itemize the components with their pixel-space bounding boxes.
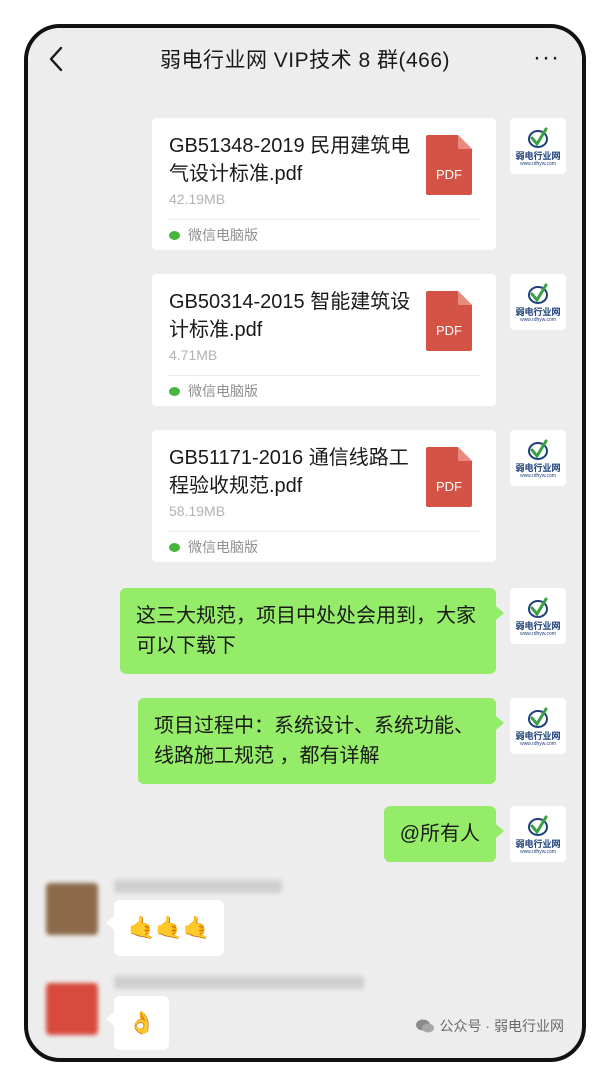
watermark: 公众号 · 弱电行业网 — [415, 1016, 564, 1036]
check-logo-icon — [528, 597, 548, 618]
file-card[interactable]: GB51348-2019 民用建筑电气设计标准.pdf 42.19MB PDF … — [152, 118, 496, 250]
wechat-icon — [169, 386, 180, 396]
message-bubble[interactable]: 项目过程中：系统设计、系统功能、线路施工规范 ，都有详解 — [138, 698, 504, 784]
chevron-left-icon[interactable] — [44, 42, 70, 76]
avatar-name: 弱电行业网 — [515, 838, 561, 849]
avatar-url: www.rdhyw.com — [520, 160, 556, 167]
file-name: GB51348-2019 民用建筑电气设计标准.pdf — [169, 135, 411, 185]
avatar-url: www.rdhyw.com — [520, 848, 556, 855]
avatar[interactable]: 弱电行业网 www.rdhyw.com — [510, 806, 566, 862]
pdf-badge: PDF — [436, 167, 462, 182]
more-options-icon[interactable]: ··· — [533, 44, 560, 72]
avatar-url: www.rdhyw.com — [520, 630, 556, 637]
file-source: 微信电脑版 — [169, 376, 480, 406]
avatar-url: www.rdhyw.com — [520, 740, 556, 747]
blurred-sender-name — [114, 976, 364, 989]
file-message: GB51171-2016 通信线路工程验收规范.pdf 58.19MB PDF … — [152, 430, 566, 562]
pdf-badge: PDF — [436, 323, 462, 338]
file-source: 微信电脑版 — [169, 220, 480, 250]
check-logo-icon — [528, 127, 548, 148]
pdf-badge: PDF — [436, 479, 462, 494]
chat-header: 弱电行业网 VIP技术 8 群(466) ··· — [28, 28, 582, 90]
text-message: 这三大规范，项目中处处会用到，大家可以下载下 弱电行业网 www.rdhyw.c… — [120, 588, 566, 674]
avatar-name: 弱电行业网 — [515, 730, 561, 741]
message-bubble[interactable]: 这三大规范，项目中处处会用到，大家可以下载下 — [120, 588, 504, 674]
blurred-avatar[interactable] — [46, 983, 98, 1035]
message-bubble[interactable]: @所有人 — [383, 806, 505, 862]
avatar-url: www.rdhyw.com — [520, 472, 556, 479]
avatar[interactable]: 弱电行业网 www.rdhyw.com — [510, 274, 566, 330]
file-message: GB50314-2015 智能建筑设计标准.pdf 4.71MB PDF 微信电… — [152, 274, 566, 406]
avatar[interactable]: 弱电行业网 www.rdhyw.com — [510, 430, 566, 486]
avatar[interactable]: 弱电行业网 www.rdhyw.com — [510, 588, 566, 644]
pdf-file-icon: PDF — [426, 447, 472, 507]
pdf-file-icon: PDF — [426, 135, 472, 195]
avatar-url: www.rdhyw.com — [520, 316, 556, 323]
chat-title: 弱电行业网 VIP技术 8 群(466) — [159, 49, 451, 72]
file-name: GB51171-2016 通信线路工程验收规范.pdf — [169, 447, 409, 497]
file-message: GB51348-2019 民用建筑电气设计标准.pdf 42.19MB PDF … — [152, 118, 566, 250]
check-logo-icon — [528, 439, 548, 460]
check-logo-icon — [528, 815, 548, 836]
blurred-sender-name — [114, 880, 282, 893]
avatar-name: 弱电行业网 — [515, 306, 561, 317]
reply-bubble[interactable]: 👌 — [105, 996, 170, 1050]
text-message: @所有人 弱电行业网 www.rdhyw.com — [383, 806, 566, 862]
file-name: GB50314-2015 智能建筑设计标准.pdf — [169, 291, 411, 341]
pdf-file-icon: PDF — [426, 291, 472, 351]
avatar-name: 弱电行业网 — [515, 620, 561, 631]
avatar-name: 弱电行业网 — [515, 150, 561, 161]
avatar[interactable]: 弱电行业网 www.rdhyw.com — [510, 118, 566, 174]
wechat-icon — [169, 230, 180, 240]
wechat-official-icon — [415, 1019, 434, 1033]
file-card[interactable]: GB51171-2016 通信线路工程验收规范.pdf 58.19MB PDF … — [152, 430, 496, 562]
file-source: 微信电脑版 — [169, 532, 480, 562]
file-source-label: 微信电脑版 — [188, 539, 258, 555]
blurred-avatar[interactable] — [46, 883, 98, 935]
phone-frame: 弱电行业网 VIP技术 8 群(466) ··· GB51348-2019 民用… — [24, 24, 586, 1062]
wechat-icon — [169, 542, 180, 552]
file-source-label: 微信电脑版 — [188, 383, 258, 399]
file-source-label: 微信电脑版 — [188, 227, 258, 243]
watermark-text: 公众号 · 弱电行业网 — [439, 1018, 564, 1034]
reply-bubble[interactable]: 🤙🤙🤙 — [105, 900, 225, 956]
avatar[interactable]: 弱电行业网 www.rdhyw.com — [510, 698, 566, 754]
file-card[interactable]: GB50314-2015 智能建筑设计标准.pdf 4.71MB PDF 微信电… — [152, 274, 496, 406]
avatar-name: 弱电行业网 — [515, 462, 561, 473]
check-logo-icon — [528, 707, 548, 728]
text-message: 项目过程中：系统设计、系统功能、线路施工规范 ，都有详解 弱电行业网 www.r… — [138, 698, 566, 784]
check-logo-icon — [528, 283, 548, 304]
